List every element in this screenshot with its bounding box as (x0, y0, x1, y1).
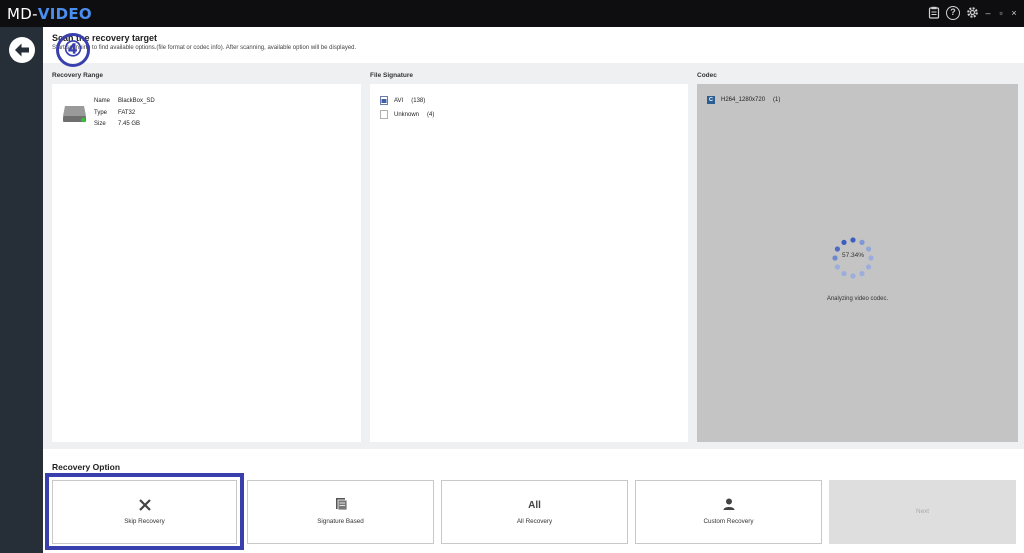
custom-recovery-button[interactable]: Custom Recovery (635, 480, 822, 544)
recovery-range-panel: Name BlackBox_SD Type FAT32 Size 7.45 GB (52, 84, 361, 442)
sidebar (0, 27, 43, 553)
codec-panel: C H264_1280x720 (1) 57.34% Analyzing vide… (697, 84, 1018, 442)
minimize-button[interactable]: – (984, 8, 992, 18)
all-icon: All (528, 500, 541, 511)
unknown-file-icon (380, 110, 388, 119)
drive-info: Name BlackBox_SD Type FAT32 Size 7.45 GB (94, 98, 155, 127)
restore-button[interactable]: ▫ (997, 8, 1005, 18)
file-signature-panel: AVI (138) Unknown (4) (370, 84, 688, 442)
file-signature-label: File Signature (370, 72, 413, 79)
step-number-badge: ④ (56, 33, 90, 67)
window-controls: ? – ▫ × (927, 6, 1018, 20)
user-icon (636, 497, 821, 513)
recovery-option-title: Recovery Option (52, 462, 121, 472)
signature-item[interactable]: AVI (138) (380, 96, 425, 105)
back-button[interactable] (9, 37, 35, 63)
help-icon[interactable]: ? (946, 6, 960, 20)
drive-size: 7.45 GB (118, 121, 141, 127)
progress-percent: 57.34% (841, 252, 865, 259)
drive-name: BlackBox_SD (118, 98, 155, 104)
codec-item[interactable]: C H264_1280x720 (1) (707, 96, 780, 104)
settings-icon[interactable] (965, 6, 979, 20)
app-logo: MD-VIDEO (7, 5, 92, 23)
skip-recovery-button[interactable]: Skip Recovery (52, 480, 237, 544)
codec-label: Codec (697, 72, 717, 79)
next-button[interactable]: Next (829, 480, 1016, 544)
title-bar: MD-VIDEO ? – ▫ × (0, 0, 1024, 27)
page-description: Start scanning to find available options… (52, 45, 357, 51)
recovery-range-label: Recovery Range (52, 72, 103, 79)
drive-icon (62, 104, 87, 124)
main-content: Scan the recovery target Start scanning … (43, 27, 1024, 553)
close-button[interactable]: × (1010, 8, 1018, 18)
close-x-icon (53, 497, 236, 513)
scan-panels: Recovery Range File Signature Codec Name… (43, 63, 1024, 449)
drive-type: FAT32 (118, 109, 136, 116)
signature-item[interactable]: Unknown (4) (380, 110, 434, 119)
video-file-icon (380, 96, 388, 105)
clipboard-icon[interactable] (927, 6, 941, 20)
progress-status: Analyzing video codec. (826, 296, 889, 302)
codec-icon: C (707, 96, 715, 104)
all-recovery-button[interactable]: All All Recovery (441, 480, 628, 544)
arrow-left-icon (15, 43, 29, 57)
signature-based-button[interactable]: Signature Based (247, 480, 434, 544)
signature-file-icon (248, 497, 433, 513)
